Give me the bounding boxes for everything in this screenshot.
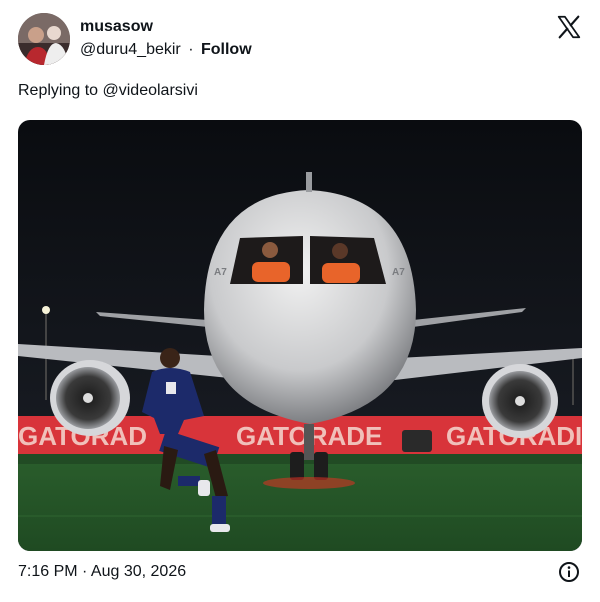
handle-row: @duru4_bekir · Follow <box>80 41 252 59</box>
avatar[interactable] <box>18 13 70 65</box>
tweet-timestamp[interactable]: 7:16 PM · Aug 30, 2026 <box>18 563 186 581</box>
aircraft-registration-left: A7 <box>214 267 227 278</box>
display-name[interactable]: musasow <box>80 18 153 36</box>
aircraft-registration-right: A7 <box>392 267 405 278</box>
follow-button[interactable]: Follow <box>201 41 252 58</box>
info-icon[interactable] <box>558 561 580 583</box>
reply-handle-link[interactable]: @videolarsivi <box>103 82 198 99</box>
reply-context: Replying to @videolarsivi <box>18 82 198 100</box>
separator-dot: · <box>188 41 194 58</box>
x-logo-icon[interactable] <box>556 14 582 40</box>
user-handle[interactable]: @duru4_bekir <box>80 41 181 58</box>
tweet-media-image[interactable]: GATORAD GATORADE GATORADI A7 A7 <box>18 120 582 551</box>
reply-prefix: Replying to <box>18 82 99 99</box>
